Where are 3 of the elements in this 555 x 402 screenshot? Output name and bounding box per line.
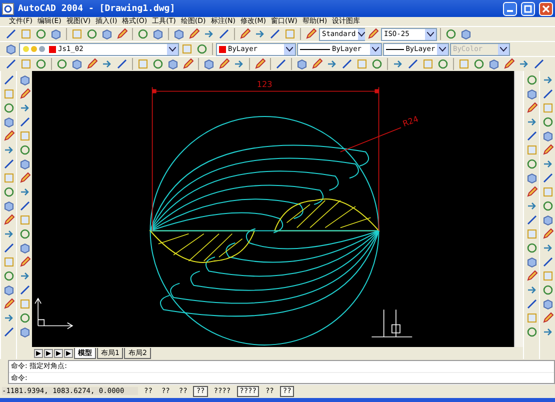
dimension-text: 123	[256, 79, 272, 90]
window-title: AutoCAD 2004 - [Drawing1.dwg]	[18, 4, 176, 14]
leader-text: R24	[401, 114, 420, 128]
